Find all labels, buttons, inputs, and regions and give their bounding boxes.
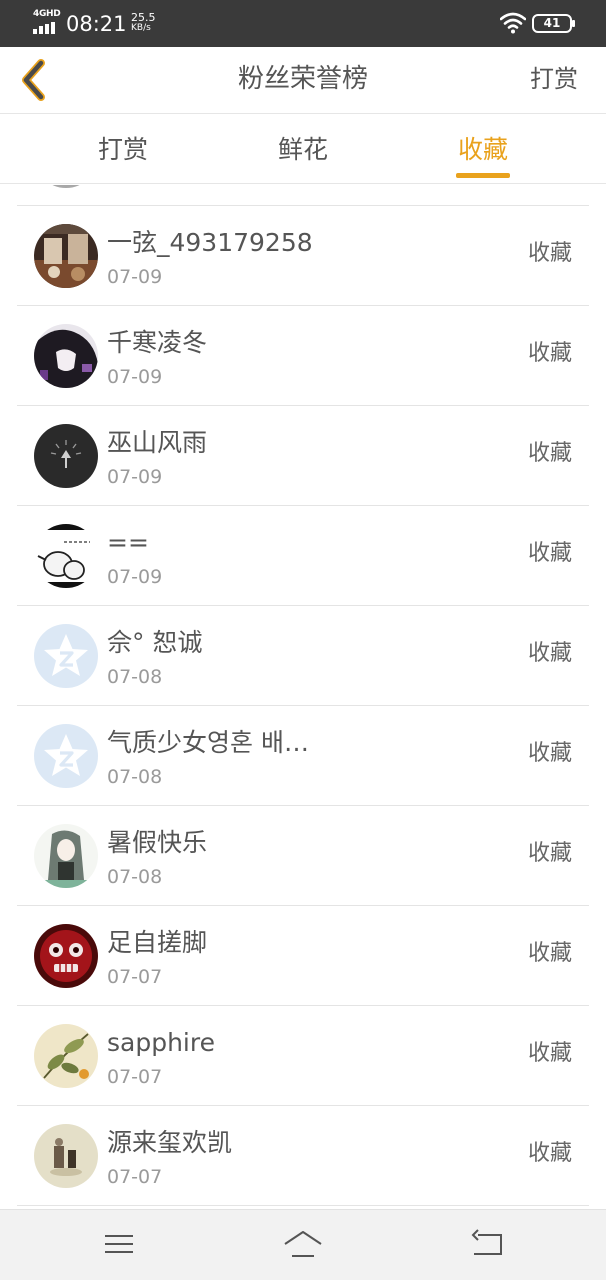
system-back-button[interactable] [468,1224,508,1264]
network-speed: 25.5 KB/s [131,12,156,34]
qq-default-avatar-icon [34,724,98,788]
fan-type-label: 收藏 [527,1141,572,1166]
qq-default-avatar-icon [34,624,98,688]
fan-date: 07-08 [107,666,163,688]
tab-bar: 打赏 鲜花 收藏 [0,115,606,184]
network-speed-value: 25.5 [131,11,156,24]
network-type: 4GHD [33,9,61,19]
fan-name: 暑假快乐 [107,828,208,857]
fan-type-label: 收藏 [527,941,572,966]
fan-date: 07-07 [107,1166,163,1188]
fan-list[interactable]: 07-10 一弦_493179258 07-09 收藏 [0,185,606,1209]
status-bar: 4GHD 08:21 25.5 KB/s 41 [0,0,606,47]
tip-button[interactable]: 打赏 [530,47,578,111]
fan-type-label: 收藏 [527,641,572,666]
network-speed-unit: KB/s [131,23,151,33]
fan-name: sapphire [107,1028,215,1057]
fan-type-label: 收藏 [527,441,572,466]
fan-name: == [107,528,149,557]
fan-name: 巫山风雨 [107,428,208,457]
avatar [34,524,98,588]
avatar [34,824,98,888]
signal-icon: 4GHD [33,10,63,34]
list-item[interactable]: sapphire 07-07 收藏 [0,1006,606,1106]
wifi-icon [499,12,527,34]
list-item[interactable]: 一弦_493179258 07-09 收藏 [0,206,606,306]
fan-type-label: 收藏 [527,841,572,866]
fan-name: 足自搓脚 [107,928,208,957]
fan-date: 07-08 [107,866,163,888]
tab-tip[interactable]: 打赏 [63,115,183,184]
list-item[interactable]: 足自搓脚 07-07 收藏 [0,906,606,1006]
fan-date: 07-07 [107,1066,163,1088]
list-item[interactable]: 气质少女영혼 배… 07-08 收藏 [0,706,606,806]
menu-button[interactable] [99,1224,139,1264]
fan-type-label: 收藏 [527,541,572,566]
page-title: 粉丝荣誉榜 [237,64,368,94]
tab-flowers[interactable]: 鲜花 [243,115,363,184]
fan-type-label: 收藏 [527,341,572,366]
list-item[interactable]: == 07-09 收藏 [0,506,606,606]
fan-type-label: 收藏 [527,241,572,266]
battery-icon: 41 [532,14,575,33]
list-item[interactable]: 07-10 [0,185,606,206]
menu-icon [105,1235,133,1253]
fan-date: 07-09 [107,266,163,288]
avatar [34,924,98,988]
fan-name: 一弦_493179258 [107,228,313,257]
fan-date: 07-08 [107,766,163,788]
list-item[interactable]: 千寒凌冬 07-09 收藏 [0,306,606,406]
avatar [34,1024,98,1088]
status-time: 08:21 [66,12,127,36]
system-nav-bar [0,1209,606,1280]
list-item[interactable]: 源来玺欢凯 07-07 收藏 [0,1106,606,1206]
fan-date: 07-09 [107,466,163,488]
avatar [34,224,98,288]
list-item[interactable]: 佘° 恕诚 07-08 收藏 [0,606,606,706]
avatar [34,324,98,388]
avatar [34,424,98,488]
fan-name: 气质少女영혼 배… [107,728,309,757]
home-button[interactable] [283,1224,323,1264]
app-header: 粉丝荣誉榜 打赏 [0,47,606,114]
divider [17,1205,589,1206]
list-item[interactable]: 巫山风雨 07-09 收藏 [0,406,606,506]
avatar [34,1124,98,1188]
return-icon [471,1229,502,1255]
fan-name: 千寒凌冬 [107,328,208,357]
fan-date: 07-09 [107,566,163,588]
fan-date: 07-07 [107,966,163,988]
fan-type-label: 收藏 [527,1041,572,1066]
home-icon [284,1231,322,1257]
list-item[interactable]: 暑假快乐 07-08 收藏 [0,806,606,906]
fan-name: 源来玺欢凯 [107,1128,233,1157]
fan-date: 07-10 [107,185,162,188]
active-tab-indicator [456,173,510,178]
avatar [34,185,98,188]
fan-type-label: 收藏 [527,741,572,766]
fan-name: 佘° 恕诚 [107,628,203,657]
fan-date: 07-09 [107,366,163,388]
